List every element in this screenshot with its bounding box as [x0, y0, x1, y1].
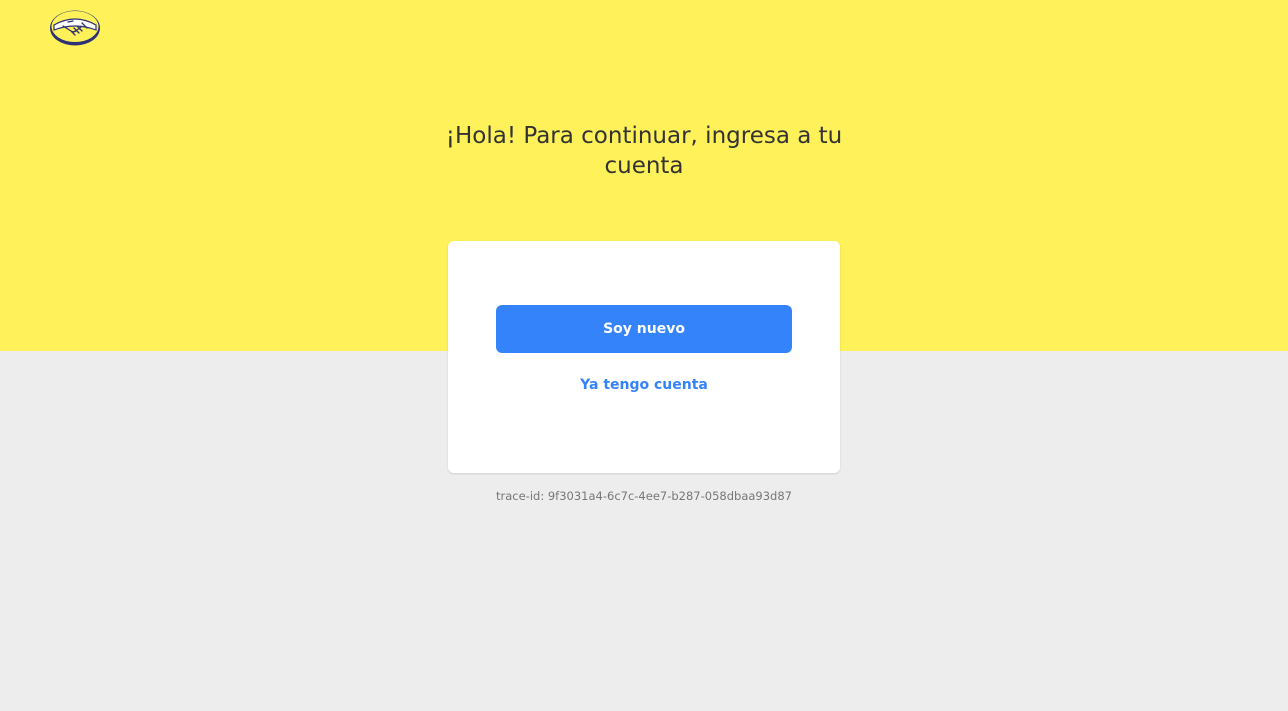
auth-card: Soy nuevo Ya tengo cuenta — [448, 241, 840, 473]
brand-logo[interactable] — [49, 9, 101, 47]
trace-id-text: trace-id: 9f3031a4-6c7c-4ee7-b287-058dba… — [496, 489, 792, 503]
handshake-logo-icon — [50, 10, 100, 46]
register-button[interactable]: Soy nuevo — [496, 305, 792, 353]
page-title: ¡Hola! Para continuar, ingresa a tu cuen… — [445, 123, 843, 179]
login-link-button[interactable]: Ya tengo cuenta — [496, 369, 792, 401]
